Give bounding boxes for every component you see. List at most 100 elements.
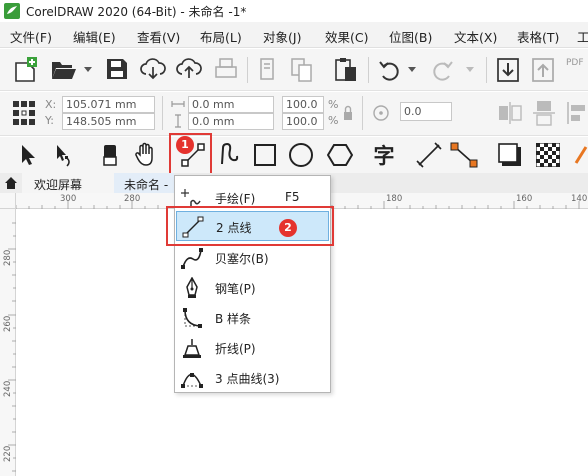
chevron-down-icon[interactable] xyxy=(466,67,474,73)
pick-tool[interactable] xyxy=(14,137,42,173)
b-spline-icon xyxy=(183,308,202,328)
height-field[interactable]: 0.0 mm xyxy=(188,113,274,130)
ruler-label: 240 xyxy=(3,380,13,397)
flyout-item-b-spline[interactable]: B 样条 xyxy=(175,302,330,332)
chevron-down-icon[interactable] xyxy=(408,67,416,73)
mirror-vertical-icon[interactable] xyxy=(532,100,556,126)
menu-effects[interactable]: 效果(C) xyxy=(325,27,368,46)
hexagon-icon xyxy=(327,144,353,166)
ruler-label: 280 xyxy=(3,249,13,266)
flyout-item-label: B 样条 xyxy=(215,312,252,326)
title-bar: CorelDRAW 2020 (64-Bit) - 未命名 -1* xyxy=(0,0,588,22)
artistic-media-tool[interactable] xyxy=(214,137,244,173)
open-folder-icon[interactable] xyxy=(50,59,78,81)
hand-icon xyxy=(135,142,153,166)
tab-document[interactable]: 未命名 - xyxy=(114,173,174,193)
drop-shadow-tool[interactable] xyxy=(494,137,526,173)
pen-nib-icon xyxy=(186,277,198,298)
text-tool[interactable]: 字 xyxy=(368,137,400,173)
toolbar-separator xyxy=(162,96,163,130)
home-icon[interactable] xyxy=(5,177,17,189)
curve-brush-icon xyxy=(221,142,239,165)
save-icon[interactable] xyxy=(106,58,128,80)
flyout-item-pen[interactable]: 钢笔(P) xyxy=(175,272,330,302)
shape-tool[interactable] xyxy=(50,137,78,173)
connector-icon xyxy=(450,142,478,168)
cut-icon[interactable] xyxy=(258,58,280,82)
height-icon xyxy=(175,114,181,128)
menu-tools[interactable]: 工 xyxy=(577,27,588,46)
polygon-tool[interactable] xyxy=(324,137,356,173)
ruler-label: 140 xyxy=(571,194,588,204)
toolbox: 字 xyxy=(0,137,588,173)
menu-view[interactable]: 查看(V) xyxy=(137,27,180,46)
mirror-horizontal-icon[interactable] xyxy=(498,100,522,126)
ellipse-tool[interactable] xyxy=(286,137,316,173)
chevron-down-icon[interactable] xyxy=(84,67,92,73)
flyout-item-label: 3 点曲线(3) xyxy=(215,372,280,386)
menu-object[interactable]: 对象(J) xyxy=(263,27,301,46)
flyout-item-polyline[interactable]: 折线(P) xyxy=(175,332,330,362)
vertical-ruler: 280 260 240 220 xyxy=(0,209,16,476)
flyout-item-3-point-curve[interactable]: 3 点曲线(3) xyxy=(175,362,330,392)
y-position-field[interactable]: 148.505 mm xyxy=(62,113,155,130)
align-icon[interactable] xyxy=(566,100,588,126)
scale-x-field[interactable]: 100.0 xyxy=(282,96,324,113)
print-icon[interactable] xyxy=(214,58,238,80)
menu-text[interactable]: 文本(X) xyxy=(454,27,497,46)
publish-pdf-label[interactable]: PDF xyxy=(566,58,584,68)
pan-tool[interactable] xyxy=(131,137,161,173)
rectangle-tool[interactable] xyxy=(250,137,280,173)
width-field[interactable]: 0.0 mm xyxy=(188,96,274,113)
undo-icon[interactable] xyxy=(378,58,402,82)
redo-icon[interactable] xyxy=(430,58,454,82)
ruler-label: 180 xyxy=(386,194,403,204)
percent-label: % xyxy=(328,98,339,111)
flyout-item-label: 手绘(F) xyxy=(215,192,256,206)
rotation-angle-field[interactable]: 0.0 xyxy=(400,102,452,121)
export-icon[interactable] xyxy=(531,57,555,83)
menu-table[interactable]: 表格(T) xyxy=(517,27,559,46)
ruler-label: 220 xyxy=(3,445,13,462)
object-origin-icon[interactable] xyxy=(12,100,36,126)
new-document-icon[interactable] xyxy=(14,57,38,83)
transparency-tool[interactable] xyxy=(532,137,564,173)
ruler-label: 160 xyxy=(516,194,533,204)
text-tool-glyph: 字 xyxy=(373,144,395,168)
paste-icon[interactable] xyxy=(334,57,358,83)
menu-bitmap[interactable]: 位图(B) xyxy=(389,27,432,46)
pointer-arrow-icon xyxy=(22,145,35,165)
copy-icon[interactable] xyxy=(290,58,314,82)
scale-y-field[interactable]: 100.0 xyxy=(282,113,324,130)
lock-ratio-icon[interactable] xyxy=(343,104,353,122)
width-icon xyxy=(171,101,185,107)
flyout-item-bezier[interactable]: 贝塞尔(B) xyxy=(175,242,330,272)
dimension-tool[interactable] xyxy=(414,137,444,173)
rotation-icon xyxy=(373,105,389,121)
standard-toolbar: PDF xyxy=(0,49,588,91)
menu-edit[interactable]: 编辑(E) xyxy=(73,27,116,46)
crop-tool[interactable] xyxy=(96,137,124,173)
toolbar-separator xyxy=(368,57,369,83)
menu-file[interactable]: 文件(F) xyxy=(10,27,52,46)
cloud-download-icon[interactable] xyxy=(140,58,166,80)
polyline-icon xyxy=(183,339,201,358)
highlight-box-2-point-line xyxy=(166,206,334,246)
tab-welcome[interactable]: 欢迎屏幕 xyxy=(22,173,120,193)
three-point-curve-icon xyxy=(181,373,203,388)
eyedropper-icon[interactable] xyxy=(574,145,588,167)
x-position-field[interactable]: 105.071 mm xyxy=(62,96,155,113)
flyout-item-shortcut: F5 xyxy=(285,190,300,204)
eraser-icon xyxy=(103,145,117,166)
import-icon[interactable] xyxy=(496,57,520,83)
menu-layout[interactable]: 布局(L) xyxy=(200,27,242,46)
ruler-label: 280 xyxy=(124,194,141,204)
bezier-icon xyxy=(181,248,203,269)
flyout-item-label: 折线(P) xyxy=(215,342,256,356)
cloud-upload-icon[interactable] xyxy=(176,58,202,80)
ruler-corner[interactable] xyxy=(0,193,16,209)
connector-tool[interactable] xyxy=(448,137,480,173)
shape-edit-icon xyxy=(57,145,70,167)
toolbar-separator xyxy=(247,57,248,83)
tab-welcome-label: 欢迎屏幕 xyxy=(34,178,83,192)
